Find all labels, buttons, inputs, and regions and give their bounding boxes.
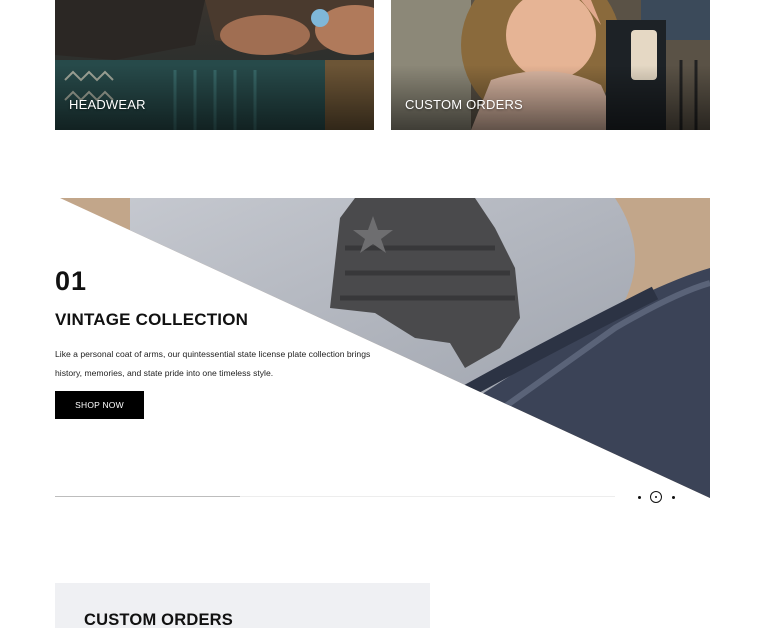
slider-dot-1[interactable] (638, 496, 641, 499)
tile-label-custom-orders: CUSTOM ORDERS (405, 97, 523, 112)
slide-description: Like a personal coat of arms, our quinte… (55, 349, 371, 378)
slider-progress-bar (55, 496, 615, 497)
custom-orders-heading: CUSTOM ORDERS (84, 611, 233, 629)
slider-pagination (634, 489, 684, 507)
slide-number: 01 (55, 266, 88, 296)
shop-now-button[interactable]: SHOP NOW (55, 391, 144, 419)
slider-dot-3[interactable] (672, 496, 675, 499)
slider-dot-2-active[interactable] (650, 491, 662, 503)
category-tile-headwear[interactable]: HEADWEAR (55, 0, 374, 130)
tile-label-headwear: HEADWEAR (69, 97, 146, 112)
slider-progress-fill (55, 496, 240, 497)
slide-title: VINTAGE COLLECTION (55, 310, 249, 329)
custom-orders-panel: CUSTOM ORDERS (55, 583, 430, 629)
category-tile-custom-orders[interactable]: CUSTOM ORDERS (391, 0, 710, 130)
